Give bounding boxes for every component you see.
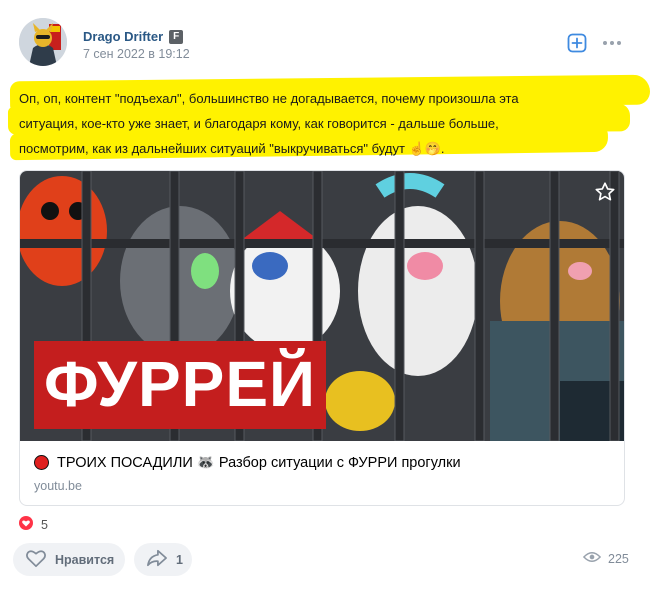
eye-icon — [582, 551, 602, 566]
reactions-summary[interactable]: 5 — [19, 516, 48, 533]
reactions-count: 5 — [41, 517, 48, 532]
author-name-row[interactable]: Drago Drifter F — [83, 29, 184, 44]
share-button[interactable]: 1 — [134, 543, 192, 576]
post-date[interactable]: 7 сен 2022 в 19:12 — [83, 47, 190, 61]
link-title[interactable]: ТРОИХ ПОСАДИЛИ 🦝 Разбор ситуации с ФУРРИ… — [57, 454, 461, 471]
share-count: 1 — [176, 552, 183, 567]
author-name[interactable]: Drago Drifter — [83, 29, 163, 44]
post-text: Оп, оп, контент "подъехал", большинство … — [19, 86, 629, 161]
share-icon — [146, 548, 168, 571]
star-icon[interactable] — [594, 181, 616, 208]
views-count: 225 — [608, 551, 629, 566]
author-avatar[interactable] — [19, 18, 67, 66]
post-text-line: ситуация, кое-кто уже знает, и благодаря… — [19, 116, 499, 131]
heart-reaction-icon — [19, 516, 33, 533]
video-thumbnail[interactable]: ФУРРЕЙ — [20, 171, 624, 441]
link-domain[interactable]: youtu.be — [34, 479, 82, 493]
more-icon[interactable] — [601, 34, 623, 52]
red-circle-icon — [34, 455, 49, 470]
like-label: Нравится — [55, 552, 115, 567]
heart-icon — [25, 548, 47, 571]
views-counter: 225 — [582, 551, 629, 566]
author-badge: F — [169, 29, 184, 44]
add-to-bookmarks-icon[interactable] — [566, 32, 588, 54]
post-text-line: посмотрим, как из дальнейших ситуаций "в… — [19, 141, 445, 156]
thumbnail-caption: ФУРРЕЙ — [43, 348, 317, 420]
post-text-line: Оп, оп, контент "подъехал", большинство … — [19, 91, 519, 106]
link-title-row[interactable]: ТРОИХ ПОСАДИЛИ 🦝 Разбор ситуации с ФУРРИ… — [34, 454, 461, 471]
like-button[interactable]: Нравится — [13, 543, 125, 576]
link-attachment-card[interactable]: ФУРРЕЙ ТРОИХ ПОСАДИЛИ 🦝 Разбор ситуации … — [19, 170, 625, 506]
